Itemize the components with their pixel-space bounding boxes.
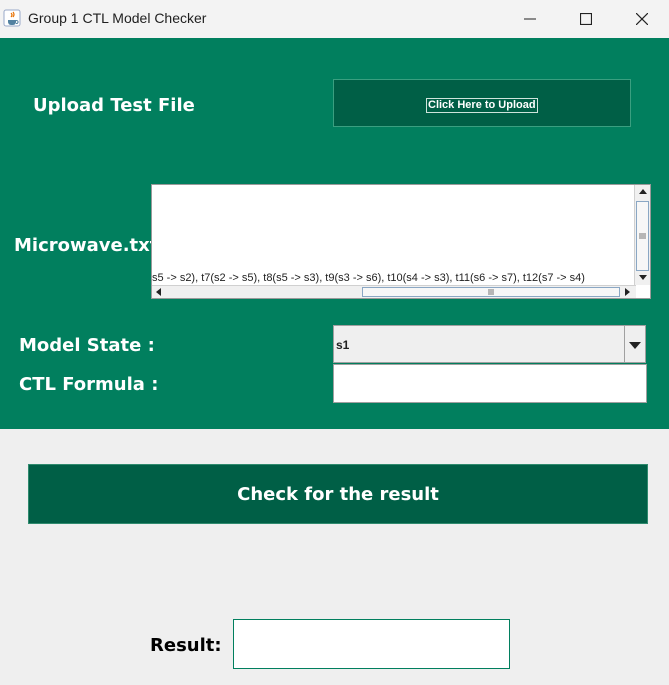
result-output: [233, 619, 510, 669]
file-name-label: Microwave.txt: [14, 235, 159, 256]
grip-icon: [488, 289, 494, 295]
maximize-button[interactable]: [558, 0, 614, 38]
check-result-button[interactable]: Check for the result: [28, 464, 648, 524]
ctl-formula-input[interactable]: [333, 364, 647, 403]
scroll-up-icon[interactable]: [639, 189, 647, 194]
result-label: Result:: [150, 635, 222, 656]
model-state-label: Model State :: [19, 335, 155, 356]
upload-label: Upload Test File: [33, 95, 195, 116]
file-content-text: s5 -> s2), t7(s2 -> s5), t8(s5 -> s3), t…: [152, 272, 585, 284]
model-state-dropdown[interactable]: s1: [333, 325, 646, 363]
minimize-icon: [524, 18, 536, 20]
input-panel: Upload Test File Click Here to Upload Mi…: [0, 38, 669, 429]
close-button[interactable]: [614, 0, 669, 38]
dropdown-button[interactable]: [624, 326, 645, 362]
window-title: Group 1 CTL Model Checker: [28, 10, 207, 26]
close-icon: [636, 13, 648, 25]
ctl-formula-label: CTL Formula :: [19, 374, 159, 395]
scroll-down-icon[interactable]: [639, 275, 647, 280]
title-bar: Group 1 CTL Model Checker: [0, 0, 669, 39]
vertical-scroll-thumb[interactable]: [636, 201, 649, 271]
check-result-button-label: Check for the result: [237, 484, 439, 505]
maximize-icon: [580, 13, 592, 25]
file-content-textarea[interactable]: s5 -> s2), t7(s2 -> s5), t8(s5 -> s3), t…: [151, 184, 651, 299]
minimize-button[interactable]: [502, 0, 558, 38]
upload-button-label: Click Here to Upload: [426, 98, 538, 113]
upload-button[interactable]: Click Here to Upload: [333, 79, 631, 127]
horizontal-scrollbar[interactable]: [152, 285, 636, 298]
scroll-left-icon[interactable]: [156, 288, 161, 296]
model-state-selected: s1: [336, 338, 350, 352]
java-icon: [3, 9, 21, 27]
grip-icon: [639, 233, 646, 239]
scroll-right-icon[interactable]: [625, 288, 630, 296]
vertical-scrollbar[interactable]: [634, 185, 650, 285]
chevron-down-icon: [629, 342, 641, 349]
horizontal-scroll-thumb[interactable]: [362, 287, 620, 297]
